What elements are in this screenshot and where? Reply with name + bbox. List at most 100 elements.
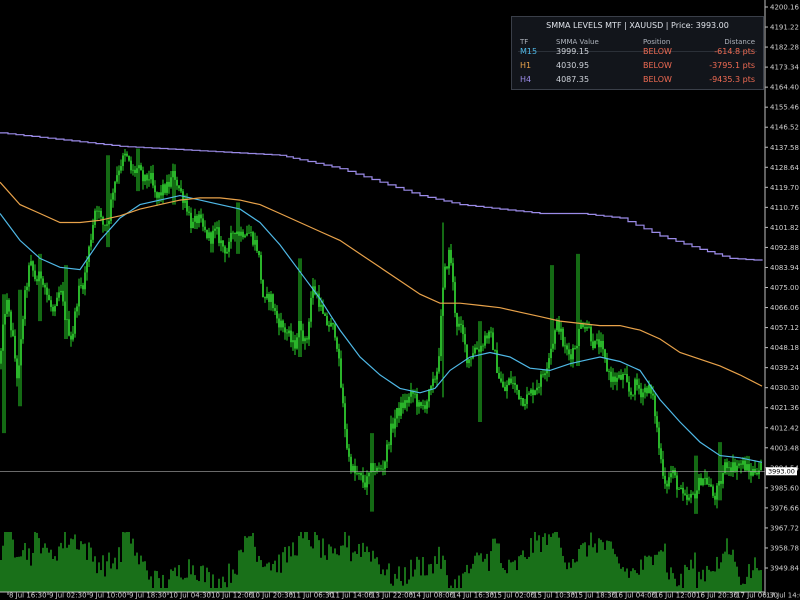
volume-bar: [134, 555, 136, 592]
volume-bar: [52, 558, 54, 592]
candle-body: [220, 240, 222, 244]
volume-bar: [566, 569, 568, 592]
candle-body: [130, 160, 132, 171]
candle-body: [670, 473, 672, 478]
volume-bar: [352, 552, 354, 592]
candle-body: [350, 456, 352, 471]
volume-bar: [192, 565, 194, 592]
candle-body: [56, 297, 58, 307]
candle-body: [612, 376, 614, 382]
volume-bar: [128, 532, 130, 592]
candle-body: [170, 177, 172, 187]
volume-bar: [12, 539, 14, 592]
volume-bar: [438, 546, 440, 592]
candle-body: [44, 284, 46, 288]
candle-body: [696, 490, 698, 499]
candle-body: [150, 172, 152, 180]
candle-body: [622, 374, 624, 380]
candle-body: [454, 282, 456, 313]
candle-body: [360, 473, 362, 476]
candle-body: [34, 270, 36, 280]
volume-bar: [514, 560, 516, 592]
candle-body: [14, 335, 16, 359]
volume-bar: [570, 567, 572, 592]
candle-body: [166, 181, 168, 193]
volume-bar: [506, 573, 508, 592]
volume-bar: [198, 581, 200, 592]
candle-body: [102, 216, 104, 225]
candle-body: [200, 214, 202, 219]
volume-bar: [56, 560, 58, 592]
candle-body: [204, 226, 206, 230]
candle-body: [698, 477, 700, 491]
volume-bar: [746, 576, 748, 592]
volume-bar: [80, 541, 82, 592]
candle-body: [604, 349, 606, 359]
smma-line-h1: [0, 181, 763, 387]
volume-bar: [738, 576, 740, 592]
volume-bar: [484, 558, 486, 592]
volume-bar: [84, 543, 86, 592]
candle-body: [718, 480, 720, 486]
volume-bar: [294, 555, 296, 592]
candle-body: [294, 340, 296, 349]
candle-body: [98, 210, 100, 212]
volume-bar: [398, 566, 400, 592]
volume-bar: [754, 557, 756, 592]
volume-bar: [694, 552, 696, 592]
candle-body: [216, 227, 218, 229]
candle-body: [184, 200, 186, 203]
candle-body: [10, 311, 12, 331]
candle-body: [126, 153, 128, 156]
candle-body: [60, 290, 62, 293]
x-tick-label: 10 Jul 04:30: [169, 592, 211, 600]
x-tick-label: 13 Jul 22:00: [371, 592, 413, 600]
volume-bar: [18, 556, 20, 592]
volume-bar: [298, 535, 300, 592]
candle-body: [572, 348, 574, 360]
volume-bar: [444, 559, 446, 592]
volume-bar: [336, 554, 338, 592]
volume-bar: [580, 544, 582, 592]
candle-body: [172, 171, 174, 178]
volume-bar: [622, 567, 624, 592]
volume-bar: [262, 567, 264, 592]
candle-body: [8, 299, 10, 312]
volume-bar: [628, 577, 630, 592]
volume-bar: [714, 571, 716, 592]
candle-body: [624, 373, 626, 375]
candle-body: [674, 470, 676, 476]
volume-bar: [416, 556, 418, 592]
volume-bar: [308, 540, 310, 592]
volume-bar: [260, 560, 262, 592]
candle-body: [330, 322, 332, 327]
candle-body: [352, 465, 354, 471]
chart-window[interactable]: 4200.16 4191.22 4182.28 4173.34 4164.40 4155.…: [0, 0, 800, 600]
volume-bar: [94, 556, 96, 592]
candle-body: [510, 378, 512, 383]
volume-bar: [658, 551, 660, 592]
candle-body: [210, 232, 212, 244]
volume-bar: [334, 548, 336, 592]
volume-bar: [290, 556, 292, 592]
price-chart[interactable]: 4200.16 4191.22 4182.28 4173.34 4164.40 4155.…: [0, 0, 800, 600]
candle-body: [524, 404, 526, 406]
candle-body: [708, 484, 710, 486]
candle-body: [70, 335, 72, 340]
volume-bar: [148, 579, 150, 592]
candle-body: [420, 402, 422, 406]
volume-bar: [632, 568, 634, 592]
candle-body: [746, 464, 748, 471]
candle-body: [92, 224, 94, 240]
volume-bar: [114, 557, 116, 592]
candle-body: [656, 416, 658, 428]
candle-body: [692, 493, 694, 495]
candle-body: [560, 328, 562, 332]
volume-bar: [74, 534, 76, 592]
volume-bar: [42, 547, 44, 592]
candle-body: [550, 348, 552, 359]
volume-bar: [536, 540, 538, 592]
volume-bar: [68, 544, 70, 592]
volume-bar: [542, 536, 544, 592]
volume-bar: [690, 559, 692, 592]
